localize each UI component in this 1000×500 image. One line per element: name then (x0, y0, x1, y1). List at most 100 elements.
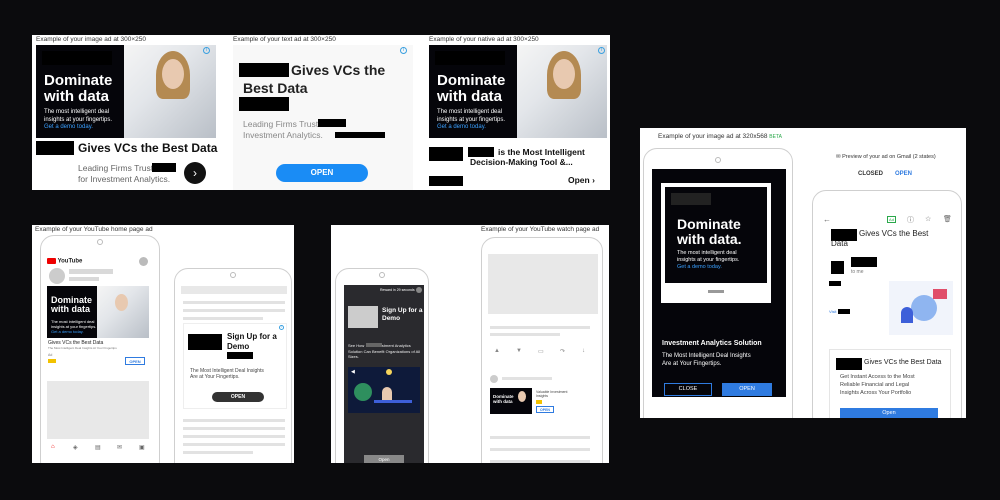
adchoices-icon[interactable]: i (279, 325, 284, 330)
display-ad-card[interactable]: Sign Up for a Demo The Most Intelligent … (183, 323, 287, 409)
native-ad[interactable]: Dominate with data The most intelligent … (429, 45, 607, 138)
avatar (139, 257, 148, 266)
image-ad-desc-1: Leading Firms Trust (78, 163, 154, 173)
redacted-word (837, 309, 850, 315)
redacted-brand (429, 176, 463, 186)
redacted-word (366, 343, 382, 347)
placeholder-bar (69, 277, 99, 281)
companion-desc: Valuable Investment Insights (536, 390, 568, 398)
card-open-button[interactable]: OPEN (212, 392, 264, 402)
download-icon[interactable]: ↓ (582, 348, 585, 354)
adchoices-icon[interactable]: i (203, 47, 210, 54)
ad-cta: Get a demo today. (44, 124, 93, 130)
to-me-label: to me (851, 269, 864, 275)
interstitial-open-button[interactable]: OPEN (722, 383, 772, 396)
tab-open[interactable]: OPEN (895, 171, 912, 177)
chart-icon (933, 289, 947, 299)
placeholder-line (490, 448, 590, 451)
youtube-home-caption: Example of your YouTube home page ad (35, 226, 153, 233)
trash-icon[interactable]: 🗑 (943, 215, 952, 223)
gmail-card[interactable]: Gives VCs the Best Data Get Instant Acce… (829, 349, 951, 418)
placeholder-line (490, 436, 590, 439)
youtube-ad-open-button[interactable]: OPEN (125, 357, 145, 365)
ad-badge (536, 400, 542, 404)
adchoices-icon[interactable]: i (400, 47, 407, 54)
placeholder-line (183, 419, 285, 422)
companion-headline: Dominate with data (493, 394, 514, 404)
video-ad-overlay[interactable]: Reward in 29 seconds Sign Up for a Demo … (344, 285, 424, 463)
text-ad-headline-2: Best Data (243, 80, 308, 96)
watch-card-title: Sign Up for a Demo (382, 307, 423, 323)
card-title: Sign Up for a (227, 332, 277, 341)
ad-cta: Get a demo today. (677, 264, 722, 270)
text-ad-desc-1: Leading Firms Trust (243, 119, 319, 129)
redacted-logo (188, 334, 222, 350)
text-ad[interactable]: Gives VCs the Best Data Leading Firms Tr… (233, 45, 413, 190)
redacted-word (152, 163, 176, 172)
card-title-2: Demo (227, 342, 250, 351)
back-arrow-icon[interactable]: ← (823, 215, 831, 224)
face (553, 59, 575, 89)
placeholder-line (183, 443, 285, 446)
watch-open-button[interactable]: Open (364, 455, 404, 463)
interstitial-ad[interactable]: Dominate with data. The most intelligent… (652, 169, 786, 397)
library-icon[interactable]: ▣ (139, 444, 145, 451)
placeholder-line (502, 377, 552, 380)
interstitial-close-button[interactable]: CLOSE (664, 383, 712, 396)
open-label: Open (568, 175, 590, 185)
share-icon[interactable]: ↷ (560, 348, 565, 355)
inbox-icon[interactable]: ✉ (117, 444, 122, 451)
ad-subtext: The most intelligent deal insights at yo… (51, 319, 97, 329)
youtube-logo: YouTube (47, 258, 82, 265)
star-icon[interactable]: ☆ (925, 215, 931, 223)
ad-headline: Dominate with data (437, 72, 506, 105)
ad-headline: Dominate with data (44, 72, 113, 105)
camera-icon (379, 272, 385, 278)
brand-mark (708, 290, 724, 293)
close-icon[interactable] (416, 287, 422, 293)
text-ad-headline-1: Gives VCs the (291, 62, 386, 78)
image-ad-caption: Example of your image ad at 300×250 (36, 36, 147, 43)
placeholder-line (490, 460, 590, 463)
redacted-brand (239, 63, 289, 77)
comment-icon[interactable]: ▭ (538, 348, 544, 355)
home-icon[interactable]: ⌂ (51, 444, 55, 450)
native-ad-open-link[interactable]: Open › (568, 175, 595, 185)
gmail-card-open-button[interactable]: Open (840, 408, 938, 418)
redacted-brand (429, 147, 463, 161)
top-ad-examples-panel: Example of your image ad at 300×250 Domi… (32, 35, 610, 190)
next-arrow-button[interactable]: › (184, 162, 206, 184)
tab-closed[interactable]: CLOSED (858, 171, 883, 177)
gmail-link-label: Visit (829, 309, 837, 314)
volume-icon[interactable]: ◀ (351, 369, 355, 375)
inner-image: Dominate with data. The most intelligent… (665, 187, 767, 283)
native-ad-caption: Example of your native ad at 300×250 (429, 36, 539, 43)
redacted-sender (851, 257, 877, 267)
dislike-icon[interactable]: ▼ (516, 348, 522, 354)
lamp-icon (386, 369, 392, 375)
gmail-caption: ✉ Preview of your ad on Gmail (2 states) (836, 154, 936, 160)
companion-ad[interactable]: Dominate with data Valuable Investment I… (490, 388, 596, 418)
person-icon (382, 387, 392, 401)
info-icon[interactable]: ⓘ (907, 215, 914, 225)
gmail-link[interactable]: Visit (829, 309, 850, 315)
adchoices-icon[interactable]: i (598, 47, 605, 54)
redacted-logo (671, 193, 711, 205)
phone-mockup: Sign Up for a Demo The Most Intelligent … (174, 268, 292, 463)
redacted-word (318, 119, 346, 127)
text-ad-open-button[interactable]: OPEN (276, 164, 368, 182)
ad-cta: Get a demo today. (437, 124, 486, 130)
video-player-placeholder (488, 254, 598, 314)
companion-open-button[interactable]: OPEN (536, 406, 554, 413)
ad-label: Ad (48, 353, 53, 357)
image-ad[interactable]: Dominate with data The most intelligent … (36, 45, 216, 138)
phone-mockup: YouTube Dominate with data The most inte… (40, 235, 160, 463)
native-ad-title-1: is the Most Intelligent (498, 147, 585, 157)
explore-icon[interactable]: ◈ (73, 444, 78, 451)
subscriptions-icon[interactable]: ▤ (95, 444, 101, 451)
youtube-ad-banner[interactable]: Dominate with data The most intelligent … (47, 286, 149, 338)
placeholder-line (183, 309, 285, 312)
video-thumbnail-placeholder (47, 381, 149, 439)
beta-badge: BETA (769, 134, 782, 140)
like-icon[interactable]: ▲ (494, 348, 500, 354)
